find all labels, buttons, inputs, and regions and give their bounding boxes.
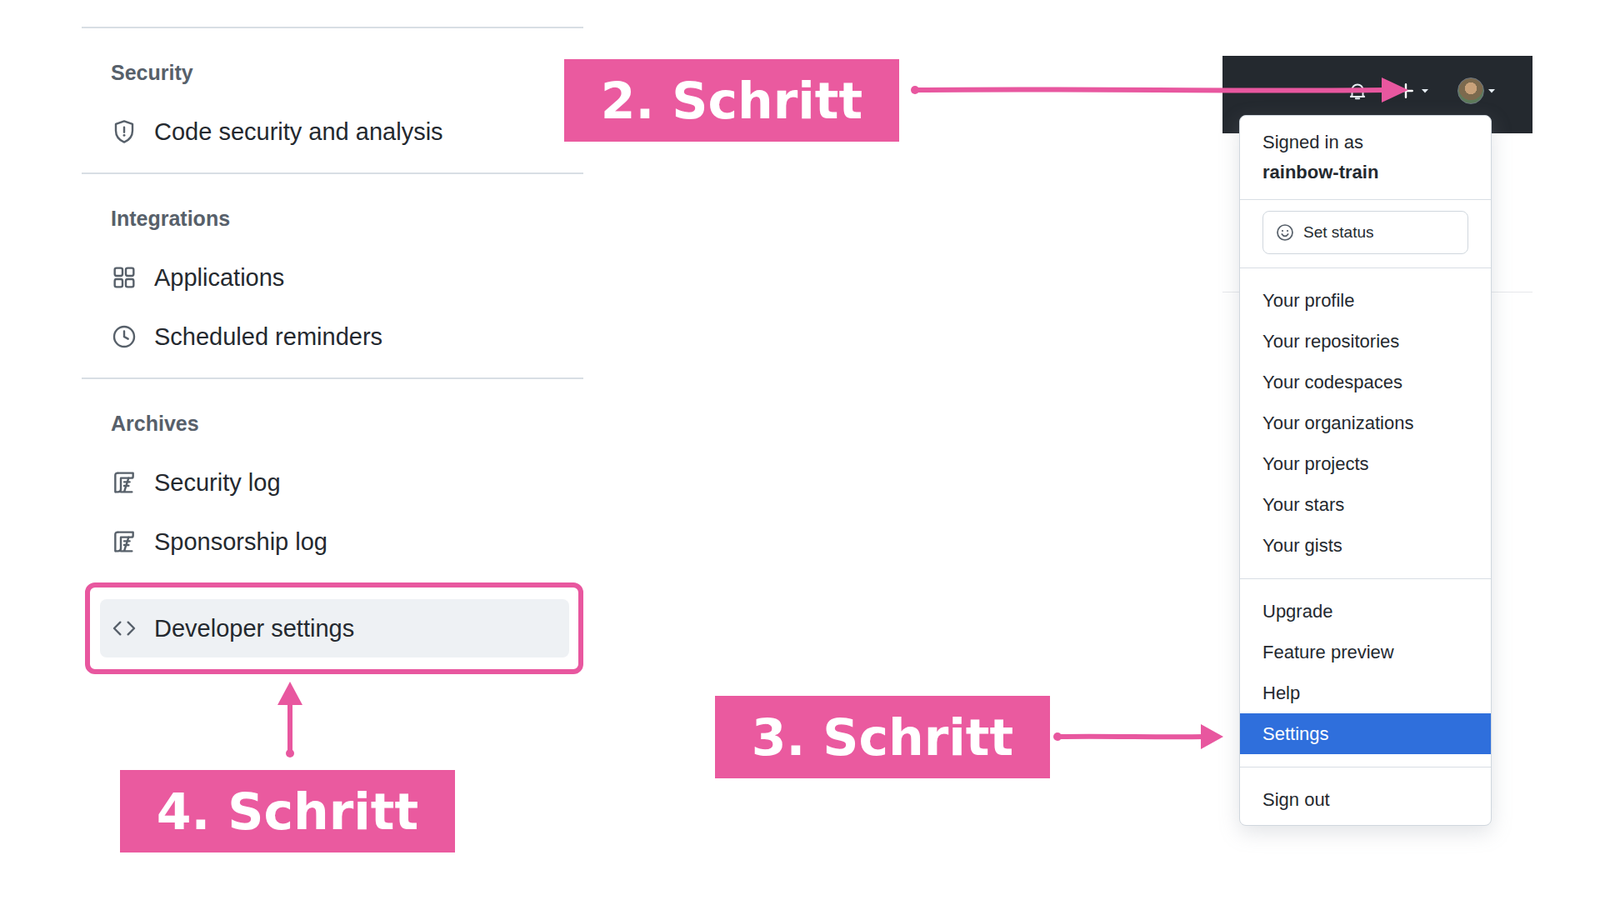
settings-sidebar: Security Code security and analysis Integr… <box>81 0 584 675</box>
menu-item[interactable]: Your organizations <box>1240 402 1491 444</box>
sidebar-item-label: Scheduled reminders <box>154 321 383 352</box>
account-dropdown: Signed in asrainbow-train Set status Your … <box>1239 115 1492 826</box>
menu-item[interactable]: Help <box>1240 672 1491 714</box>
step-label: 4. Schritt <box>120 770 455 853</box>
arrow-up-icon <box>277 681 303 758</box>
username: rainbow-train <box>1262 157 1469 188</box>
menu-item[interactable]: Your gists <box>1240 525 1491 566</box>
sidebar-item[interactable]: Sponsorship log <box>110 511 584 571</box>
shield-icon <box>110 118 138 145</box>
create-new-button[interactable] <box>1396 81 1430 100</box>
menu-item[interactable]: Your projects <box>1240 443 1491 485</box>
section-heading: Integrations <box>110 205 584 231</box>
caret-down-icon <box>1487 86 1496 95</box>
plus-icon <box>1396 81 1415 100</box>
developer-settings-item[interactable]: Developer settings <box>100 599 570 658</box>
menu-group: UpgradeFeature previewHelpSettings <box>1240 579 1491 767</box>
sidebar-item-label: Code security and analysis <box>154 116 444 147</box>
sidebar-section: Archives Security log Sponsorship log <box>81 377 584 583</box>
menu-item[interactable]: Your repositories <box>1240 320 1491 362</box>
avatar-image <box>1457 77 1485 105</box>
sidebar-item-label: Developer settings <box>154 613 355 644</box>
caret-down-icon <box>1420 86 1430 95</box>
account-area: Signed in asrainbow-trainSet statusYour … <box>1222 55 1533 293</box>
menu-divider <box>1240 578 1491 580</box>
sidebar-item[interactable]: Applications <box>110 247 584 307</box>
menu-divider <box>1240 199 1491 200</box>
tutorial-canvas: Security Code security and analysis Integr… <box>0 0 1600 900</box>
menu-item[interactable]: Your profile <box>1240 280 1491 321</box>
menu-group: Your profileYour repositoriesYour codesp… <box>1240 268 1491 579</box>
set-status-button[interactable]: Set status <box>1262 210 1469 255</box>
menu-item[interactable]: Settings <box>1240 713 1491 755</box>
sidebar-item-label: Sponsorship log <box>154 526 328 557</box>
menu-item[interactable]: Sign out <box>1240 779 1491 820</box>
status-section: Set status <box>1240 200 1491 268</box>
sidebar-item-label: Applications <box>154 262 285 293</box>
arrow-right-icon <box>1053 724 1224 750</box>
section-heading: Security <box>110 60 584 85</box>
signed-in-label: Signed in as <box>1262 127 1469 158</box>
menu-item[interactable]: Your codespaces <box>1240 361 1491 403</box>
sidebar-item[interactable]: Security log <box>110 452 584 512</box>
menu-item[interactable]: Upgrade <box>1240 590 1491 632</box>
section-heading: Archives <box>110 410 584 436</box>
sidebar-item-label: Security log <box>154 467 281 498</box>
sidebar-item[interactable]: Scheduled reminders <box>110 306 584 366</box>
signed-in-info: Signed in asrainbow-train <box>1240 115 1491 200</box>
highlight-frame: Developer settings <box>85 582 584 675</box>
log-icon <box>110 528 138 555</box>
clock-icon <box>110 323 138 350</box>
account-button[interactable] <box>1457 77 1496 105</box>
menu-divider <box>1240 766 1491 768</box>
arrow-right-icon <box>910 77 1409 103</box>
set-status-label: Set status <box>1303 223 1375 242</box>
menu-item[interactable]: Your stars <box>1240 484 1491 525</box>
menu-group: Sign out <box>1240 767 1491 825</box>
step-label: 3. Schritt <box>715 695 1050 779</box>
apps-icon <box>110 264 138 291</box>
log-icon <box>110 469 138 496</box>
smiley-icon <box>1275 222 1295 243</box>
menu-item[interactable]: Feature preview <box>1240 631 1491 673</box>
sidebar-item[interactable]: Code security and analysis <box>110 101 584 161</box>
menu-divider <box>1240 267 1491 269</box>
bell-icon[interactable] <box>1346 80 1369 102</box>
step-label: 2. Schritt <box>564 59 900 142</box>
sidebar-section: Integrations Applications Scheduled remind… <box>81 172 584 378</box>
code-icon <box>110 615 138 642</box>
sidebar-section: Security Code security and analysis <box>81 26 584 173</box>
